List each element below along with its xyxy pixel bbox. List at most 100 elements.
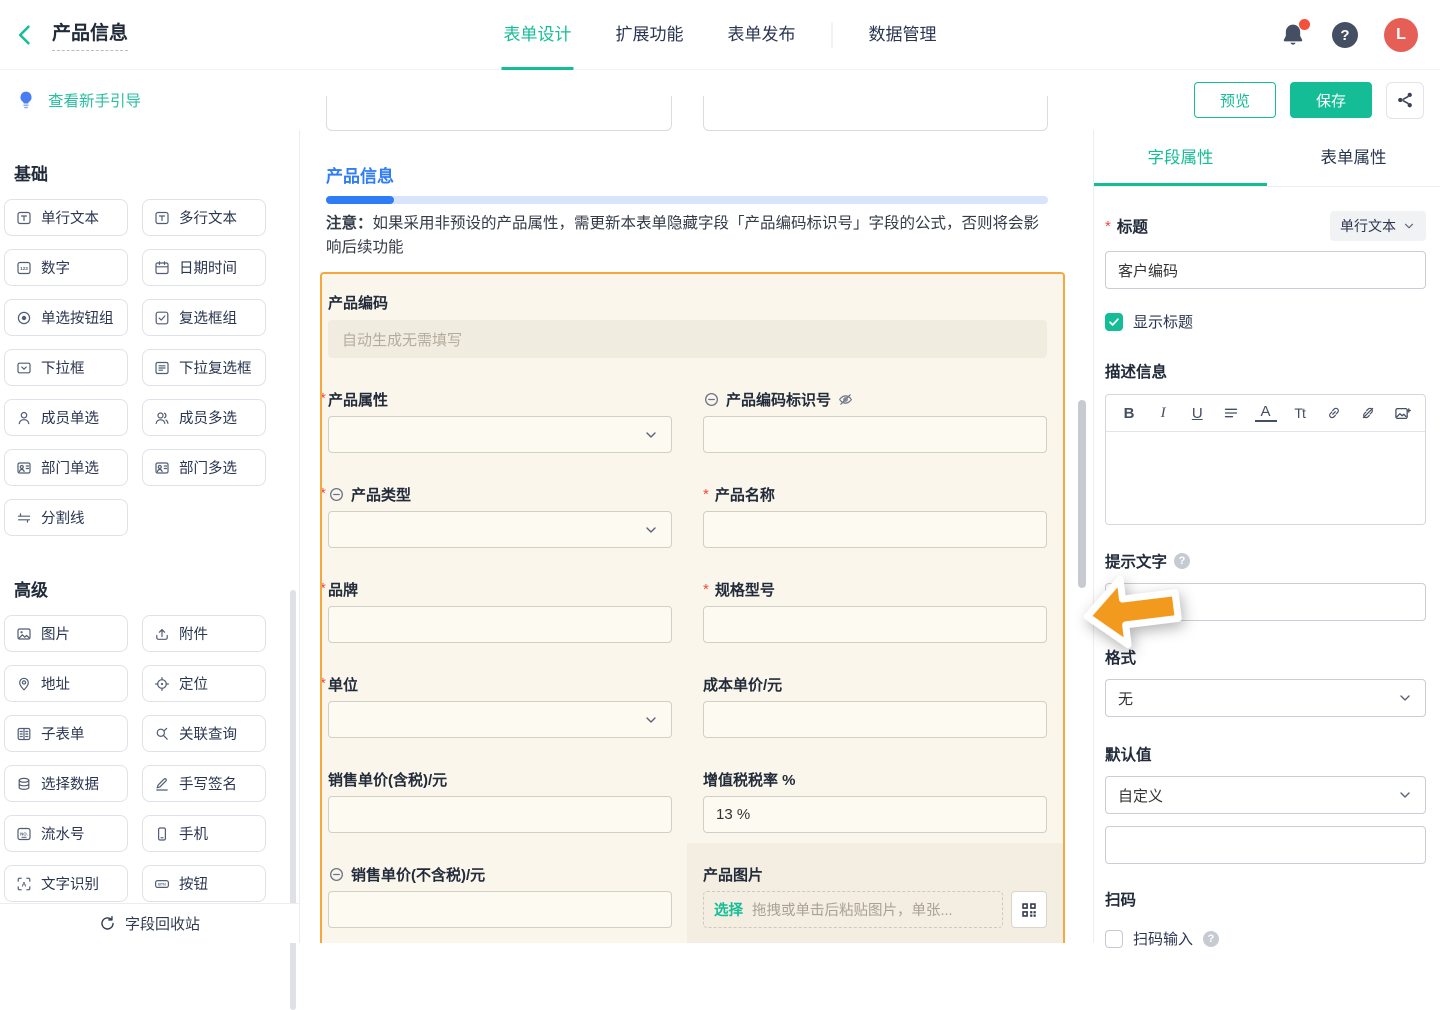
sidebar-item-datetime[interactable]: 日期时间	[142, 249, 266, 286]
insert-image-icon[interactable]	[1391, 405, 1413, 422]
vat-input[interactable]: 13 %	[703, 796, 1047, 833]
field-brand[interactable]: *品牌	[328, 579, 672, 643]
page-title[interactable]: 产品信息	[52, 18, 128, 51]
help-button[interactable]: ?	[1332, 22, 1358, 48]
notifications-button[interactable]	[1280, 22, 1306, 48]
save-button[interactable]: 保存	[1290, 82, 1372, 118]
multi-line-text-icon	[154, 210, 170, 226]
sidebar-item-phone[interactable]: 手机	[142, 815, 266, 852]
spec-input[interactable]	[703, 606, 1047, 643]
field-product-attr[interactable]: *产品属性	[328, 389, 672, 453]
product-type-select[interactable]	[328, 511, 672, 548]
sale-price-notax-input[interactable]	[328, 891, 672, 928]
description-textarea[interactable]	[1106, 432, 1425, 524]
field-product-name[interactable]: *产品名称	[703, 484, 1047, 548]
preview-button[interactable]: 预览	[1194, 82, 1276, 118]
field-sale-price-notax[interactable]: 销售单价(不含税)/元	[328, 864, 672, 928]
sidebar-item-button[interactable]: 按钮	[142, 865, 266, 902]
field-vat[interactable]: 增值税税率 % 13 %	[703, 769, 1047, 833]
sidebar-item-subform[interactable]: 子表单	[4, 715, 128, 752]
tab-data-management[interactable]: 数据管理	[869, 0, 937, 70]
form-section-title[interactable]: 产品信息	[326, 162, 1093, 187]
align-icon[interactable]	[1220, 405, 1242, 421]
sidebar-item-dept-single[interactable]: 部门单选	[4, 449, 128, 486]
sidebar-item-ocr[interactable]: 文字识别	[4, 865, 128, 902]
beginner-guide-link[interactable]: 查看新手引导	[16, 89, 141, 111]
field-type-chip[interactable]: 单行文本	[1330, 211, 1426, 241]
scan-upload-button[interactable]	[1011, 891, 1047, 928]
tab-form-publish[interactable]: 表单发布	[728, 0, 796, 70]
chevron-down-icon	[643, 522, 659, 538]
field-product-code[interactable]: 产品编码 自动生成无需填写	[328, 292, 1047, 358]
sidebar-item-number[interactable]: 数字	[4, 249, 128, 286]
sidebar-item-dropdown[interactable]: 下拉框	[4, 349, 128, 386]
image-upload-dropzone[interactable]: 选择 拖拽或单击后粘贴图片，单张...	[703, 891, 1003, 928]
advanced-fields-grid: 图片 附件 地址 定位 子表单 关联查询 选择数据 手写签名 流水号 手机 文字…	[4, 615, 299, 902]
default-custom-input[interactable]	[1105, 826, 1426, 864]
help-icon[interactable]: ?	[1203, 931, 1219, 947]
field-product-type[interactable]: *产品类型	[328, 484, 672, 548]
sidebar-item-linked-query[interactable]: 关联查询	[142, 715, 266, 752]
sidebar-section-advanced: 高级	[14, 576, 299, 601]
italic-icon[interactable]: I	[1152, 405, 1174, 422]
field-code-tag[interactable]: 产品编码标识号	[703, 389, 1047, 453]
sidebar-item-member-single[interactable]: 成员单选	[4, 399, 128, 436]
sidebar-item-divider[interactable]: 分割线	[4, 499, 128, 536]
sidebar-item-serial-number[interactable]: 流水号	[4, 815, 128, 852]
avatar[interactable]: L	[1384, 18, 1418, 52]
linked-query-icon	[154, 726, 170, 742]
partial-input[interactable]	[703, 96, 1049, 131]
sidebar-item-signature[interactable]: 手写签名	[142, 765, 266, 802]
canvas-scrollbar[interactable]	[1078, 400, 1086, 588]
field-unit[interactable]: *单位	[328, 674, 672, 738]
sidebar-item-location[interactable]: 定位	[142, 665, 266, 702]
brand-input[interactable]	[328, 606, 672, 643]
tab-form-design[interactable]: 表单设计	[504, 0, 572, 70]
help-icon[interactable]: ?	[1174, 553, 1190, 569]
partial-input[interactable]	[326, 96, 672, 131]
product-name-input[interactable]	[703, 511, 1047, 548]
cost-price-input[interactable]	[703, 701, 1047, 738]
field-cost-price[interactable]: 成本单价/元	[703, 674, 1047, 738]
scan-input-checkbox[interactable]	[1105, 930, 1123, 948]
hint-input[interactable]	[1105, 583, 1426, 621]
bold-icon[interactable]: B	[1118, 405, 1140, 422]
format-select[interactable]: 无	[1105, 679, 1426, 717]
sidebar-item-select-data[interactable]: 选择数据	[4, 765, 128, 802]
chevron-down-icon	[1397, 690, 1413, 706]
share-button[interactable]	[1386, 82, 1424, 119]
sidebar-item-attachment[interactable]: 附件	[142, 615, 266, 652]
code-tag-input[interactable]	[703, 416, 1047, 453]
tab-extensions[interactable]: 扩展功能	[616, 0, 684, 70]
font-size-icon[interactable]: Tt	[1289, 405, 1311, 421]
default-value-select[interactable]: 自定义	[1105, 776, 1426, 814]
sidebar-item-image[interactable]: 图片	[4, 615, 128, 652]
field-sale-price-tax[interactable]: 销售单价(含税)/元	[328, 769, 672, 833]
field-product-image[interactable]: 产品图片 选择 拖拽或单击后粘贴图片，单张...	[687, 843, 1063, 943]
sale-price-tax-input[interactable]	[328, 796, 672, 833]
unit-select[interactable]	[328, 701, 672, 738]
sidebar-item-address[interactable]: 地址	[4, 665, 128, 702]
sidebar-item-dropdown-multi[interactable]: 下拉复选框	[142, 349, 266, 386]
underline-icon[interactable]: U	[1186, 405, 1208, 422]
sidebar-item-multi-line-text[interactable]: 多行文本	[142, 199, 266, 236]
field-recycle-bin[interactable]: 字段回收站	[0, 903, 299, 943]
sidebar-item-member-multi[interactable]: 成员多选	[142, 399, 266, 436]
upload-select-link[interactable]: 选择	[714, 899, 743, 920]
field-spec[interactable]: *规格型号	[703, 579, 1047, 643]
sidebar-item-radio-group[interactable]: 单选按钮组	[4, 299, 128, 336]
tab-field-properties[interactable]: 字段属性	[1094, 130, 1267, 186]
show-title-checkbox[interactable]	[1105, 313, 1123, 331]
sidebar-item-dept-multi[interactable]: 部门多选	[142, 449, 266, 486]
sidebar-item-single-line-text[interactable]: 单行文本	[4, 199, 128, 236]
back-button[interactable]	[14, 20, 40, 50]
sidebar-scrollbar[interactable]	[290, 590, 296, 1010]
sidebar-item-checkbox-group[interactable]: 复选框组	[142, 299, 266, 336]
tab-form-properties[interactable]: 表单属性	[1267, 130, 1440, 186]
font-color-icon[interactable]: A	[1255, 404, 1277, 422]
unlink-icon[interactable]	[1357, 405, 1379, 421]
title-input[interactable]: 客户编码	[1105, 251, 1426, 289]
selected-field-group[interactable]: 产品编码 自动生成无需填写 *产品属性 产品编码标识号 *产品类型	[320, 272, 1065, 943]
product-attr-select[interactable]	[328, 416, 672, 453]
link-icon[interactable]	[1323, 405, 1345, 421]
